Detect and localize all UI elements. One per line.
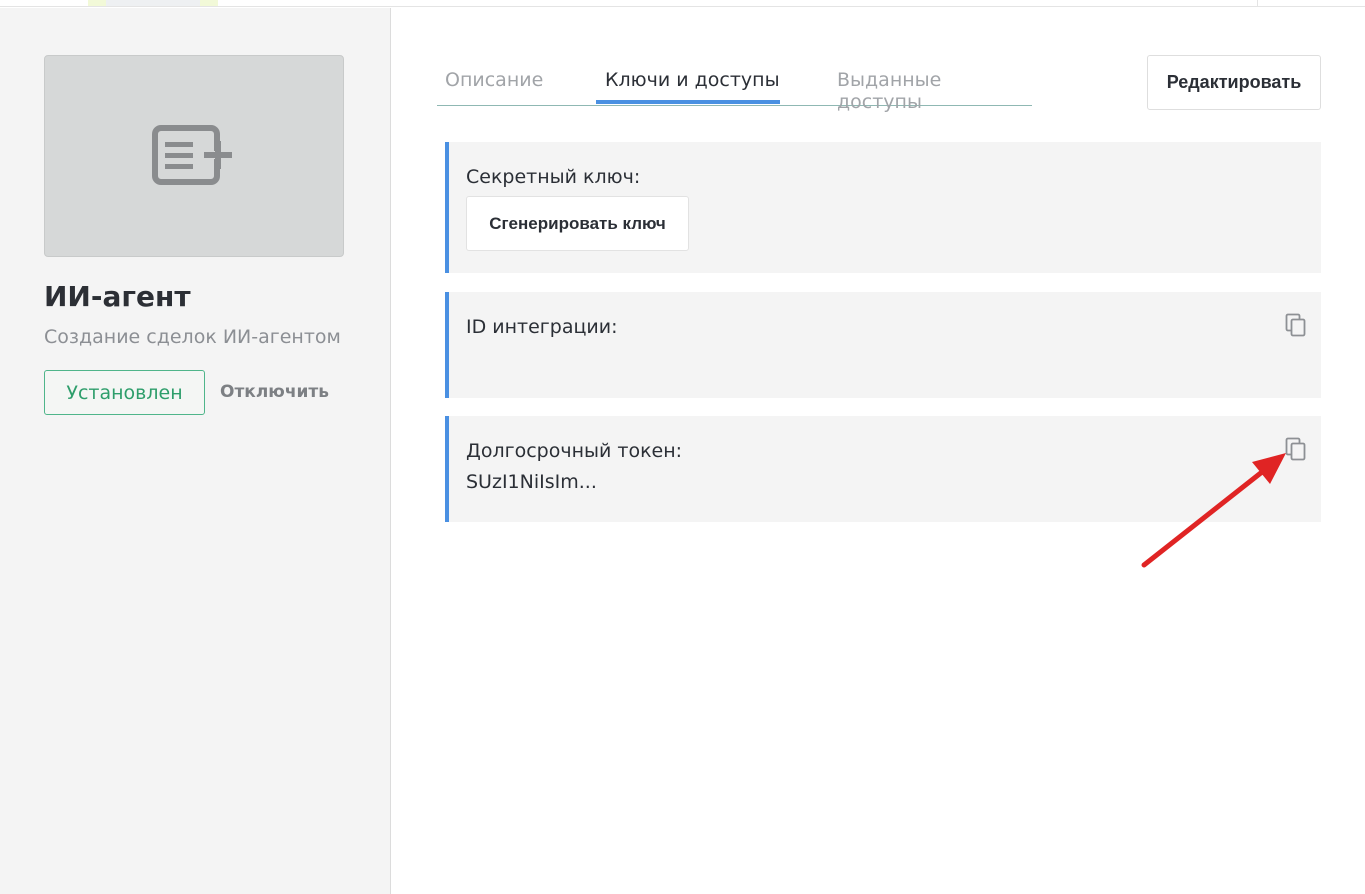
active-tab-indicator: [596, 100, 780, 104]
disable-link[interactable]: Отключить: [220, 382, 329, 402]
integration-id-label: ID интеграции:: [466, 316, 618, 338]
edit-button[interactable]: Редактировать: [1147, 55, 1321, 110]
tab-bar: Описание Ключи и доступы Выданные доступ…: [437, 60, 1032, 113]
long-term-token-label: Долгосрочный токен:: [466, 440, 683, 462]
app-sidebar: ИИ-агент Создание сделок ИИ-агентом Уста…: [0, 8, 391, 894]
copy-icon[interactable]: [1285, 437, 1307, 461]
integration-id-field: ID интеграции:: [445, 292, 1321, 398]
add-list-icon: [152, 125, 234, 185]
tab-description[interactable]: Описание: [445, 69, 543, 91]
installed-status-button[interactable]: Установлен: [44, 370, 205, 415]
tab-keys-and-access[interactable]: Ключи и доступы: [605, 69, 780, 91]
app-title: ИИ-агент: [44, 280, 191, 313]
app-image-card: [44, 55, 344, 257]
long-term-token-value: SUzI1NiIsIm...: [466, 471, 597, 493]
browser-top-strip: [0, 0, 1365, 7]
app-description: Создание сделок ИИ-агентом: [44, 326, 341, 348]
tab-issued-access[interactable]: Выданные доступы: [837, 69, 1032, 113]
generate-key-button[interactable]: Сгенерировать ключ: [466, 196, 689, 251]
browser-corner: [1257, 0, 1365, 6]
browser-tab-hint: [88, 0, 218, 6]
long-term-token-field: Долгосрочный токен: SUzI1NiIsIm...: [445, 416, 1321, 522]
secret-key-label: Секретный ключ:: [466, 166, 641, 188]
secret-key-field: Секретный ключ: Сгенерировать ключ: [445, 142, 1321, 273]
copy-icon[interactable]: [1285, 313, 1307, 337]
